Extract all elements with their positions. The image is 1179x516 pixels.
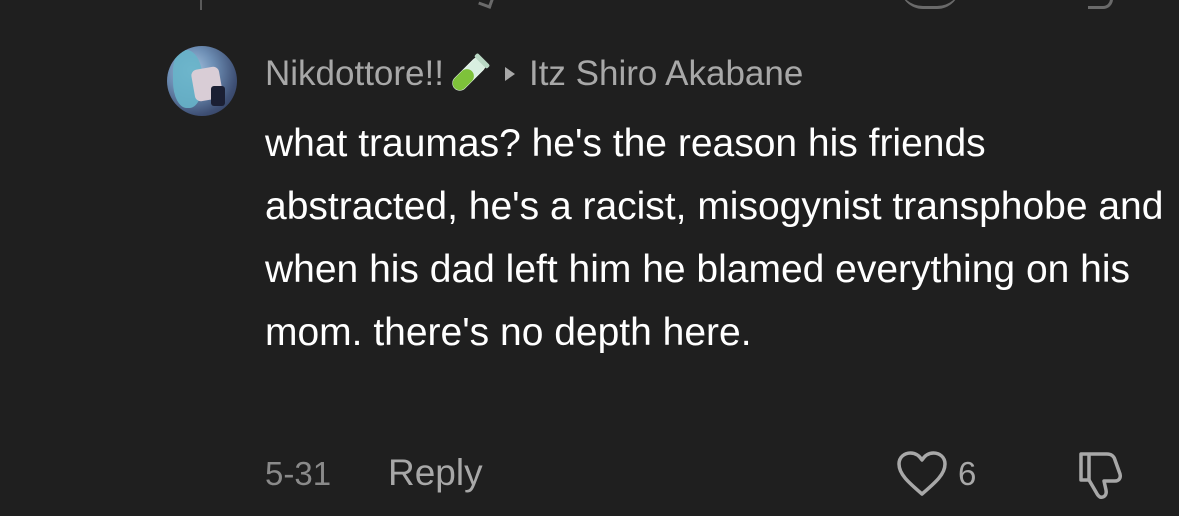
previous-reply-remnant <box>478 0 495 9</box>
previous-comment-footer-remnant <box>0 0 1179 14</box>
comment-text: what traumas? he's the reason his friend… <box>265 122 1164 354</box>
thread-divider <box>200 0 202 10</box>
avatar[interactable] <box>167 46 237 116</box>
username[interactable]: Nikdottore!! <box>265 52 444 96</box>
dislike-button[interactable] <box>1073 448 1129 500</box>
avatar-accent <box>211 86 225 106</box>
thumbs-down-icon <box>1079 452 1122 499</box>
like-button[interactable] <box>896 450 948 498</box>
comment-header: Nikdottore!! Itz Shiro Akabane <box>265 52 803 96</box>
reply-arrow-icon <box>504 67 515 81</box>
previous-dislike-icon <box>1088 0 1113 9</box>
test-tube-icon <box>446 52 492 96</box>
heart-icon <box>897 451 947 496</box>
previous-heart-icon <box>900 0 960 9</box>
reply-button[interactable]: Reply <box>388 450 483 496</box>
reply-to-username[interactable]: Itz Shiro Akabane <box>529 52 803 96</box>
like-count: 6 <box>958 455 977 492</box>
comment-date: 5-31 <box>265 455 332 492</box>
